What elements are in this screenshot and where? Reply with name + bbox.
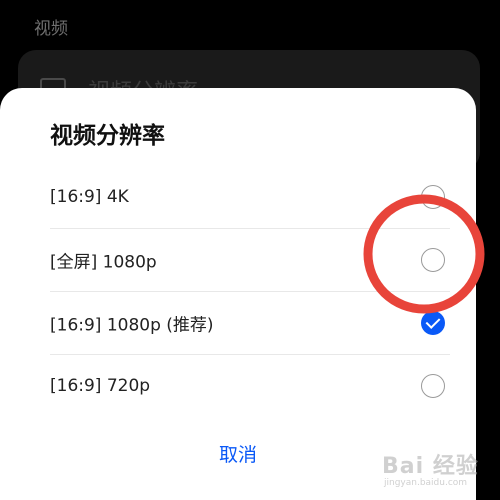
radio-button-checked[interactable] xyxy=(421,311,445,335)
option-label: [16:9] 4K xyxy=(50,187,129,207)
dialog-title: 视频分辨率 xyxy=(50,123,165,149)
option-label: [全屏] 1080p xyxy=(50,252,157,273)
background-section-title: 视频 xyxy=(34,19,68,39)
option-label: [16:9] 1080p (推荐) xyxy=(50,315,214,336)
radio-button[interactable] xyxy=(421,185,445,209)
phone-screen: 视频 视频分辨率 视频分辨率 [16:9] 4K [全屏] 1080p [16:… xyxy=(0,0,500,500)
cancel-button[interactable]: 取消 xyxy=(0,440,476,467)
option-1080p-recommended[interactable]: [16:9] 1080p (推荐) xyxy=(50,292,450,354)
radio-button[interactable] xyxy=(421,374,445,398)
radio-button[interactable] xyxy=(421,248,445,272)
option-4k[interactable]: [16:9] 4K xyxy=(50,166,450,228)
option-fullscreen-1080p[interactable]: [全屏] 1080p xyxy=(50,229,450,291)
option-720p[interactable]: [16:9] 720p xyxy=(50,355,450,417)
resolution-dialog: 视频分辨率 [16:9] 4K [全屏] 1080p [16:9] 1080p … xyxy=(0,88,476,500)
option-label: [16:9] 720p xyxy=(50,376,151,396)
